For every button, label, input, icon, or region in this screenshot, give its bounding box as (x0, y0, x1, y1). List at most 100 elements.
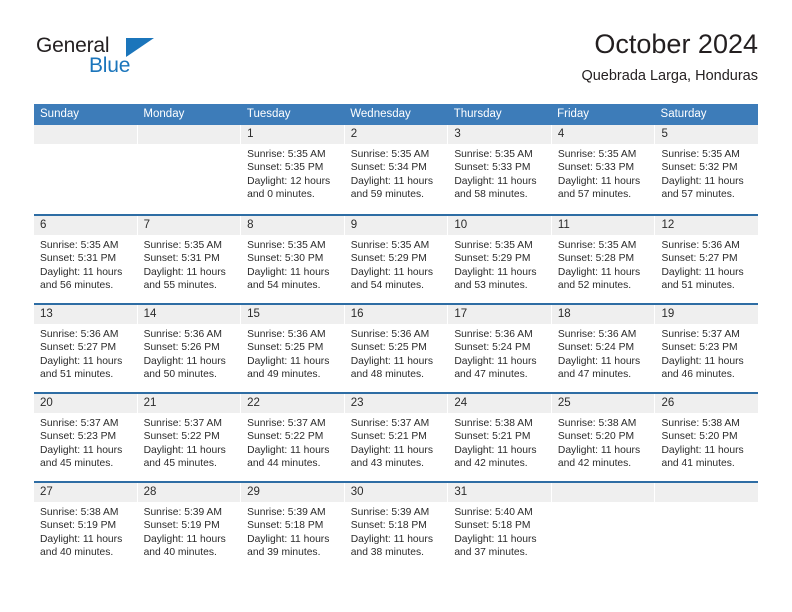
sunrise-text: Sunrise: 5:37 AM (143, 418, 222, 429)
day-details: Sunrise: 5:36 AM Sunset: 5:24 PM Daylight:… (552, 324, 655, 381)
calendar-day-cell[interactable]: 5 Sunrise: 5:35 AM Sunset: 5:32 PM Daylight… (654, 125, 759, 214)
daylight-text-line1: Daylight: 11 hours (247, 355, 330, 367)
daylight-text-line2: and 51 minutes. (661, 279, 735, 291)
calendar-day-cell[interactable]: 7 Sunrise: 5:35 AM Sunset: 5:31 PM Daylight… (136, 216, 241, 303)
day-number: 30 (344, 483, 448, 502)
calendar-day-cell[interactable]: 16 Sunrise: 5:36 AM Sunset: 5:25 PM Dayligh… (343, 305, 448, 392)
sunrise-text: Sunrise: 5:39 AM (350, 507, 430, 518)
sunrise-text: Sunrise: 5:35 AM (557, 149, 637, 160)
calendar-day-cell[interactable]: 4 Sunrise: 5:35 AM Sunset: 5:33 PM Daylight… (550, 125, 655, 214)
calendar-week-row: 20 Sunrise: 5:37 AM Sunset: 5:23 PM Dayligh… (34, 392, 759, 481)
day-number: 27 (34, 483, 137, 502)
day-details: Sunrise: 5:35 AM Sunset: 5:33 PM Daylight:… (448, 144, 551, 201)
calendar-day-cell[interactable]: 9 Sunrise: 5:35 AM Sunset: 5:29 PM Daylight… (343, 216, 448, 303)
sunset-text: Sunset: 5:24 PM (557, 342, 635, 354)
title-block: October 2024 Quebrada Larga, Honduras (581, 28, 758, 85)
daylight-text-line1: Daylight: 11 hours (247, 533, 330, 545)
calendar-day-cell[interactable]: 17 Sunrise: 5:36 AM Sunset: 5:24 PM Dayligh… (447, 305, 551, 392)
day-number: 3 (448, 125, 551, 144)
day-details: Sunrise: 5:35 AM Sunset: 5:32 PM Daylight:… (655, 144, 758, 201)
general-blue-logo[interactable]: General Blue (36, 34, 166, 86)
day-number (137, 125, 241, 144)
sunset-text: Sunset: 5:20 PM (661, 431, 738, 443)
daylight-text-line1: Daylight: 11 hours (661, 175, 744, 187)
calendar-day-cell[interactable]: 20 Sunrise: 5:37 AM Sunset: 5:23 PM Dayligh… (34, 394, 137, 481)
calendar-day-cell[interactable]: 15 Sunrise: 5:36 AM Sunset: 5:25 PM Dayligh… (240, 305, 344, 392)
sunset-text: Sunset: 5:22 PM (247, 431, 324, 443)
day-number: 10 (448, 216, 551, 235)
calendar-day-cell[interactable]: 3 Sunrise: 5:35 AM Sunset: 5:33 PM Daylight… (447, 125, 551, 214)
calendar-day-cell[interactable]: 8 Sunrise: 5:35 AM Sunset: 5:30 PM Daylight… (240, 216, 344, 303)
calendar-day-cell[interactable]: 23 Sunrise: 5:37 AM Sunset: 5:21 PM Dayligh… (343, 394, 448, 481)
calendar-day-cell[interactable]: 10 Sunrise: 5:35 AM Sunset: 5:29 PM Dayligh… (447, 216, 551, 303)
day-details: Sunrise: 5:36 AM Sunset: 5:27 PM Daylight:… (655, 235, 758, 292)
day-number: 8 (241, 216, 344, 235)
day-number: 20 (34, 394, 137, 413)
calendar-day-cell[interactable]: 6 Sunrise: 5:35 AM Sunset: 5:31 PM Daylight… (34, 216, 137, 303)
daylight-text-line2: and 55 minutes. (143, 279, 217, 291)
daylight-text-line1: Daylight: 11 hours (350, 355, 433, 367)
day-details: Sunrise: 5:35 AM Sunset: 5:29 PM Daylight:… (345, 235, 448, 292)
daylight-text-line2: and 44 minutes. (247, 457, 321, 469)
day-number: 4 (551, 125, 655, 144)
daylight-text-line1: Daylight: 11 hours (143, 533, 226, 545)
weekday-header-monday: Monday (143, 108, 185, 120)
calendar-day-cell[interactable]: 22 Sunrise: 5:37 AM Sunset: 5:22 PM Dayligh… (240, 394, 344, 481)
daylight-text-line2: and 48 minutes. (350, 368, 425, 380)
calendar-week-row: 13 Sunrise: 5:36 AM Sunset: 5:27 PM Dayligh… (34, 303, 759, 392)
day-number: 28 (137, 483, 241, 502)
daylight-text-line1: Daylight: 11 hours (454, 175, 537, 187)
day-number: 12 (655, 216, 759, 235)
calendar-day-cell[interactable]: 19 Sunrise: 5:37 AM Sunset: 5:23 PM Dayligh… (654, 305, 759, 392)
calendar-page: General Blue October 2024 Quebrada Larga… (0, 0, 792, 612)
calendar-day-cell[interactable]: 12 Sunrise: 5:36 AM Sunset: 5:27 PM Dayligh… (654, 216, 759, 303)
sunset-text: Sunset: 5:29 PM (454, 253, 531, 265)
calendar-day-cell[interactable]: 11 Sunrise: 5:35 AM Sunset: 5:28 PM Dayligh… (550, 216, 655, 303)
calendar-day-cell[interactable]: 29 Sunrise: 5:39 AM Sunset: 5:18 PM Dayligh… (240, 483, 344, 570)
day-details: Sunrise: 5:37 AM Sunset: 5:22 PM Daylight:… (138, 413, 241, 470)
sunset-text: Sunset: 5:21 PM (454, 431, 531, 443)
daylight-text-line1: Daylight: 11 hours (454, 533, 537, 545)
calendar-day-cell[interactable]: 1 Sunrise: 5:35 AM Sunset: 5:35 PM Daylight… (240, 125, 344, 214)
sunset-text: Sunset: 5:30 PM (247, 253, 324, 265)
day-details: Sunrise: 5:35 AM Sunset: 5:28 PM Daylight:… (552, 235, 655, 292)
daylight-text-line1: Daylight: 11 hours (350, 444, 433, 456)
sunrise-text: Sunrise: 5:37 AM (350, 418, 430, 429)
daylight-text-line2: and 56 minutes. (40, 279, 114, 291)
calendar-day-cell[interactable]: 31 Sunrise: 5:40 AM Sunset: 5:18 PM Dayligh… (447, 483, 551, 570)
calendar-day-cell[interactable]: 28 Sunrise: 5:39 AM Sunset: 5:19 PM Dayligh… (136, 483, 241, 570)
daylight-text-line1: Daylight: 11 hours (557, 266, 641, 278)
sunset-text: Sunset: 5:19 PM (40, 520, 117, 532)
sunset-text: Sunset: 5:25 PM (247, 342, 324, 354)
calendar-day-cell[interactable]: 27 Sunrise: 5:38 AM Sunset: 5:19 PM Dayligh… (34, 483, 137, 570)
calendar-day-cell[interactable]: 24 Sunrise: 5:38 AM Sunset: 5:21 PM Dayligh… (447, 394, 551, 481)
calendar-day-cell[interactable]: 13 Sunrise: 5:36 AM Sunset: 5:27 PM Dayligh… (34, 305, 137, 392)
weekday-header-tuesday: Tuesday (246, 108, 291, 120)
day-details: Sunrise: 5:39 AM Sunset: 5:18 PM Daylight:… (345, 502, 448, 559)
page-header: General Blue October 2024 Quebrada Larga… (34, 28, 758, 98)
calendar-day-cell[interactable]: 21 Sunrise: 5:37 AM Sunset: 5:22 PM Dayligh… (136, 394, 241, 481)
daylight-text-line1: Daylight: 11 hours (143, 355, 226, 367)
day-details: Sunrise: 5:35 AM Sunset: 5:34 PM Daylight:… (345, 144, 448, 201)
calendar-day-cell[interactable]: 25 Sunrise: 5:38 AM Sunset: 5:20 PM Dayligh… (550, 394, 655, 481)
day-number: 24 (448, 394, 551, 413)
sunset-text: Sunset: 5:29 PM (350, 253, 427, 265)
calendar-day-cell[interactable]: 30 Sunrise: 5:39 AM Sunset: 5:18 PM Dayligh… (343, 483, 448, 570)
calendar-day-cell[interactable]: 14 Sunrise: 5:36 AM Sunset: 5:26 PM Dayligh… (136, 305, 241, 392)
day-number: 25 (551, 394, 655, 413)
sunrise-text: Sunrise: 5:35 AM (557, 240, 637, 251)
calendar-day-cell[interactable]: 26 Sunrise: 5:38 AM Sunset: 5:20 PM Dayligh… (654, 394, 759, 481)
sunrise-text: Sunrise: 5:35 AM (40, 240, 119, 251)
sunset-text: Sunset: 5:25 PM (350, 342, 427, 354)
day-details: Sunrise: 5:38 AM Sunset: 5:21 PM Daylight:… (448, 413, 551, 470)
calendar-day-cell[interactable]: 2 Sunrise: 5:35 AM Sunset: 5:34 PM Daylight… (343, 125, 448, 214)
day-number: 9 (344, 216, 448, 235)
weekday-header-thursday: Thursday (453, 108, 502, 120)
calendar-day-cell[interactable]: 18 Sunrise: 5:36 AM Sunset: 5:24 PM Dayligh… (550, 305, 655, 392)
calendar-week-row: 1 Sunrise: 5:35 AM Sunset: 5:35 PM Daylight… (34, 125, 759, 214)
daylight-text-line1: Daylight: 11 hours (350, 533, 433, 545)
daylight-text-line2: and 38 minutes. (350, 546, 425, 558)
weekday-header-friday: Friday (557, 108, 590, 120)
day-details: Sunrise: 5:35 AM Sunset: 5:30 PM Daylight:… (241, 235, 344, 292)
day-number: 16 (344, 305, 448, 324)
